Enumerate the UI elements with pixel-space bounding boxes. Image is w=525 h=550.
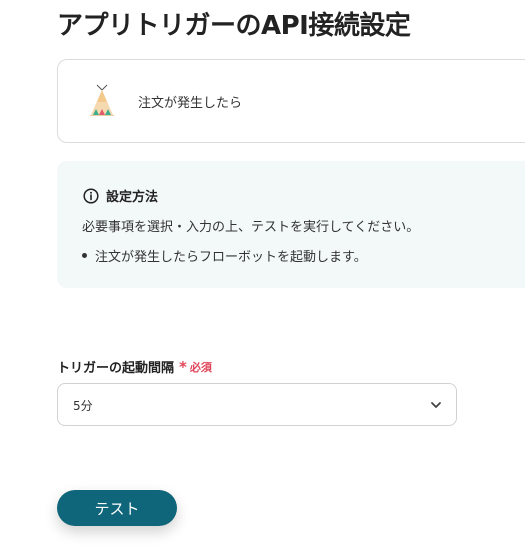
list-item: 注文が発生したらフローボットを起動します。 — [82, 246, 367, 265]
interval-field-label: トリガーの起動間隔 — [57, 361, 175, 376]
required-badge: 必須 — [189, 360, 212, 374]
chevron-down-icon[interactable] — [430, 399, 442, 411]
interval-select[interactable]: 5分 — [57, 383, 457, 426]
setup-instructions-box: 設定方法 必要事項を選択・入力の上、テストを実行してください。 注文が発生したら… — [57, 161, 525, 288]
list-item-text: 注文が発生したらフローボットを起動します。 — [95, 250, 367, 265]
required-asterisk: * — [179, 357, 187, 376]
info-list: 注文が発生したらフローボットを起動します。 — [82, 246, 367, 265]
info-description: 必要事項を選択・入力の上、テストを実行してください。 — [82, 220, 420, 235]
interval-field-label-row: トリガーの起動間隔 * 必須 — [57, 357, 212, 377]
info-icon — [83, 187, 99, 204]
page-title: アプリトリガーのAPI接続設定 — [57, 11, 411, 41]
interval-select-value: 5分 — [73, 399, 93, 413]
test-button[interactable]: テスト — [57, 490, 177, 526]
page: アプリトリガーのAPI接続設定 注文が発生したら 設定方法 必要事項を選択・入力… — [0, 0, 525, 550]
trigger-label: 注文が発生したら — [138, 96, 243, 111]
bullet-icon — [82, 253, 87, 258]
trigger-card: 注文が発生したら — [57, 59, 525, 143]
info-header: 設定方法 — [83, 186, 158, 205]
info-title: 設定方法 — [106, 190, 159, 205]
tent-icon — [90, 84, 114, 116]
